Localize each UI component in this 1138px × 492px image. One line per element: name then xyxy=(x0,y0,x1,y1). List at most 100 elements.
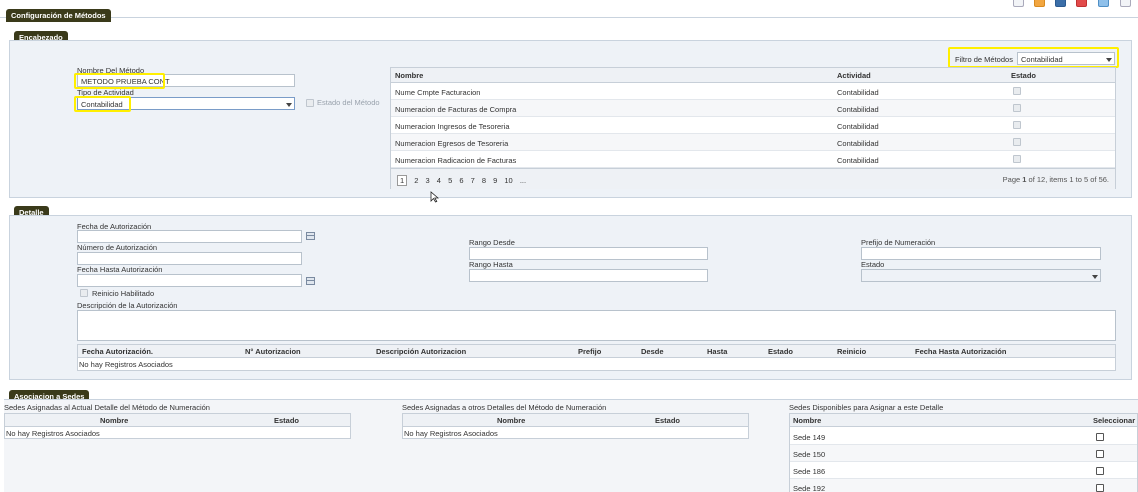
page-link[interactable]: 2 xyxy=(414,176,418,185)
page-link[interactable]: 8 xyxy=(482,176,486,185)
asignadas-header: Nombre Estado xyxy=(5,414,350,427)
calendar-icon[interactable] xyxy=(306,277,315,285)
page-link[interactable]: 7 xyxy=(471,176,475,185)
col-prefijo[interactable]: Prefijo xyxy=(578,347,601,356)
cursor-icon xyxy=(430,191,439,203)
col-actividad[interactable]: Actividad xyxy=(837,71,871,80)
row-estado-checkbox xyxy=(1013,87,1021,95)
list-item[interactable]: Sede 186 xyxy=(790,462,1137,479)
col-nombre[interactable]: Nombre xyxy=(100,416,128,425)
title-bar xyxy=(0,0,1138,18)
page-link[interactable]: 10 xyxy=(504,176,512,185)
asignadas-empty-text: No hay Registros Asociados xyxy=(6,429,100,438)
sede-checkbox[interactable] xyxy=(1096,484,1104,492)
filtro-highlight xyxy=(948,47,1119,68)
table-row[interactable]: Numeracion Radicacion de Facturas Contab… xyxy=(391,151,1115,168)
page-link[interactable]: 5 xyxy=(448,176,452,185)
numero-autorizacion-input[interactable] xyxy=(77,252,302,265)
col-nombre[interactable]: Nombre xyxy=(793,416,821,425)
pdf-icon[interactable] xyxy=(1076,0,1087,7)
table-row[interactable]: Nume Cmpte Facturacion Contabilidad xyxy=(391,83,1115,100)
list-item[interactable]: Sede 150 xyxy=(790,445,1137,462)
sede-checkbox[interactable] xyxy=(1096,450,1104,458)
tipo-chevron-down-icon[interactable] xyxy=(286,103,292,107)
pager-current: 1 xyxy=(1022,175,1027,184)
otros-table: Nombre Estado No hay Registros Asociados xyxy=(402,413,749,439)
toolbar xyxy=(1010,0,1138,8)
list-item[interactable]: Sede 149 xyxy=(790,428,1137,445)
table-row[interactable]: Numeracion de Facturas de Compra Contabi… xyxy=(391,100,1115,117)
calendar-icon[interactable] xyxy=(306,232,315,240)
col-reinicio[interactable]: Reinicio xyxy=(837,347,866,356)
reinicio-checkbox[interactable] xyxy=(80,289,88,297)
asignadas-table: Nombre Estado No hay Registros Asociados xyxy=(4,413,351,439)
sede-checkbox[interactable] xyxy=(1096,467,1104,475)
estado-metodo-checkbox[interactable] xyxy=(306,99,314,107)
row-estado-checkbox xyxy=(1013,121,1021,129)
estado-select[interactable] xyxy=(861,269,1101,282)
orange-icon[interactable] xyxy=(1034,0,1045,7)
reinicio-label: Reinicio Habilitado xyxy=(92,289,155,298)
page-link[interactable]: 3 xyxy=(426,176,430,185)
row-actividad: Contabilidad xyxy=(837,156,879,165)
row-nombre: Numeracion Radicacion de Facturas xyxy=(395,156,517,165)
col-fecha-hasta[interactable]: Fecha Hasta Autorización xyxy=(915,347,1006,356)
row-actividad: Contabilidad xyxy=(837,88,879,97)
page-link[interactable]: 6 xyxy=(459,176,463,185)
help-icon[interactable] xyxy=(1120,0,1131,7)
row-actividad: Contabilidad xyxy=(837,139,879,148)
page-link[interactable]: 9 xyxy=(493,176,497,185)
metodos-table-header: Nombre Actividad Estado xyxy=(391,68,1115,83)
otros-empty-text: No hay Registros Asociados xyxy=(404,429,498,438)
col-fecha-autorizacion[interactable]: Fecha Autorización. xyxy=(82,347,153,356)
col-n-autorizacion[interactable]: N° Autorizacion xyxy=(245,347,301,356)
page-link[interactable]: 4 xyxy=(437,176,441,185)
otros-header: Nombre Estado xyxy=(403,414,748,427)
col-nombre[interactable]: Nombre xyxy=(497,416,525,425)
globe-icon[interactable] xyxy=(1098,0,1109,7)
row-nombre: Numeracion Ingresos de Tesoreria xyxy=(395,122,510,131)
col-desde[interactable]: Desde xyxy=(641,347,664,356)
disponibles-header: Nombre Seleccionar xyxy=(790,414,1137,427)
save-icon[interactable] xyxy=(1055,0,1066,7)
pager-info-prefix: Page xyxy=(1002,175,1021,184)
row-nombre: Numeracion de Facturas de Compra xyxy=(395,105,517,114)
list-item[interactable]: Sede 192 xyxy=(790,479,1137,492)
col-hasta[interactable]: Hasta xyxy=(707,347,727,356)
prefijo-input[interactable] xyxy=(861,247,1101,260)
disponibles-table: Nombre Seleccionar Sede 149 Sede 150 Sed… xyxy=(789,413,1138,492)
estado-metodo-label: Estado del Método xyxy=(317,98,380,107)
rango-desde-input[interactable] xyxy=(469,247,708,260)
row-nombre: Nume Cmpte Facturacion xyxy=(395,88,481,97)
page-link[interactable]: ... xyxy=(520,176,526,185)
page-link[interactable]: 1 xyxy=(397,175,408,186)
detalle-table-header: Fecha Autorización. N° Autorizacion Desc… xyxy=(78,345,1115,358)
sede-name: Sede 149 xyxy=(793,433,826,442)
col-descripcion[interactable]: Descripción Autorizacion xyxy=(376,347,466,356)
table-row[interactable]: Numeracion Ingresos de Tesoreria Contabi… xyxy=(391,117,1115,134)
rango-desde-label: Rango Desde xyxy=(469,238,515,247)
row-actividad: Contabilidad xyxy=(837,105,879,114)
fecha-autorizacion-input[interactable] xyxy=(77,230,302,243)
estado-chevron-down-icon[interactable] xyxy=(1092,275,1098,279)
col-estado[interactable]: Estado xyxy=(274,416,299,425)
row-actividad: Contabilidad xyxy=(837,122,879,131)
col-seleccionar[interactable]: Seleccionar xyxy=(1093,416,1135,425)
fecha-hasta-input[interactable] xyxy=(77,274,302,287)
numero-autorizacion-label: Número de Autorización xyxy=(77,243,158,252)
metodos-table: Nombre Actividad Estado Nume Cmpte Factu… xyxy=(390,67,1116,189)
sede-checkbox[interactable] xyxy=(1096,433,1104,441)
col-estado[interactable]: Estado xyxy=(1011,71,1036,80)
row-estado-checkbox xyxy=(1013,104,1021,112)
col-estado[interactable]: Estado xyxy=(655,416,680,425)
detalle-table: Fecha Autorización. N° Autorizacion Desc… xyxy=(77,344,1116,371)
pager-info-suffix: of 12, items 1 to 5 of 56. xyxy=(1028,175,1109,184)
rango-hasta-input[interactable] xyxy=(469,269,708,282)
detalle-empty-text: No hay Registros Asociados xyxy=(79,360,173,369)
descripcion-textarea[interactable] xyxy=(77,310,1116,341)
col-estado[interactable]: Estado xyxy=(768,347,793,356)
sede-name: Sede 150 xyxy=(793,450,826,459)
table-row[interactable]: Numeracion Egresos de Tesoreria Contabil… xyxy=(391,134,1115,151)
col-nombre[interactable]: Nombre xyxy=(395,71,423,80)
page-icon[interactable] xyxy=(1013,0,1024,7)
